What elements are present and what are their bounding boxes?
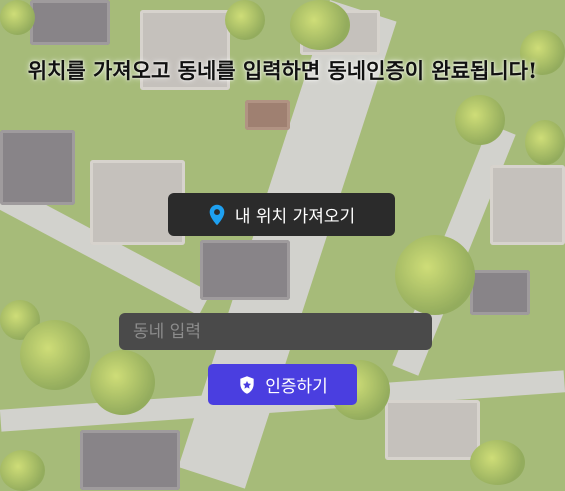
verify-button-label: 인증하기 bbox=[265, 377, 328, 397]
verify-button[interactable]: 인증하기 bbox=[208, 364, 357, 405]
page-title: 위치를 가져오고 동네를 입력하면 동네인증이 완료됩니다! bbox=[27, 58, 538, 83]
neighborhood-input[interactable] bbox=[119, 313, 432, 350]
get-my-location-button[interactable]: 내 위치 가져오기 bbox=[168, 193, 395, 236]
location-pin-icon bbox=[209, 204, 225, 225]
get-my-location-label: 내 위치 가져오기 bbox=[234, 207, 356, 227]
shield-badge-icon bbox=[240, 375, 254, 394]
